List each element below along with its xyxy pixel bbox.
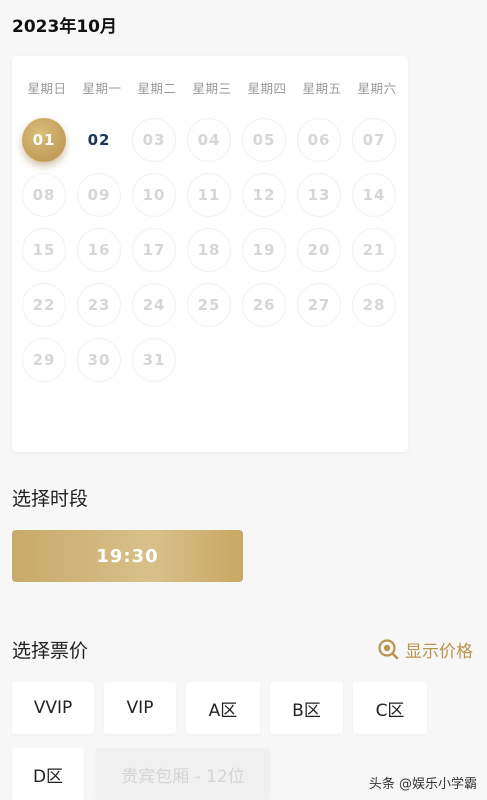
weekday-header: 星期日 星期一 星期二 星期三 星期四 星期五 星期六 bbox=[12, 78, 408, 96]
calendar-day[interactable]: 26 bbox=[242, 283, 286, 327]
weekday-thu: 星期四 bbox=[247, 81, 287, 96]
calendar-day[interactable]: 14 bbox=[352, 173, 396, 217]
calendar-day[interactable]: 23 bbox=[77, 283, 121, 327]
price-tier-vip[interactable]: VIP bbox=[104, 682, 176, 734]
calendar-day[interactable]: 21 bbox=[352, 228, 396, 272]
calendar-day[interactable]: 17 bbox=[132, 228, 176, 272]
calendar-day[interactable]: 28 bbox=[352, 283, 396, 327]
price-tier-a[interactable]: A区 bbox=[186, 682, 260, 734]
calendar-day[interactable]: 03 bbox=[132, 118, 176, 162]
calendar-day[interactable]: 06 bbox=[297, 118, 341, 162]
calendar-day[interactable]: 11 bbox=[187, 173, 231, 217]
calendar: 星期日 星期一 星期二 星期三 星期四 星期五 星期六 01 02 03 04 05 06… bbox=[12, 56, 408, 452]
calendar-day[interactable]: 04 bbox=[187, 118, 231, 162]
time-section-title: 选择时段 bbox=[12, 488, 89, 510]
show-price-toggle[interactable]: 显示价格 bbox=[377, 636, 473, 662]
calendar-day[interactable]: 19 bbox=[242, 228, 286, 272]
price-tier-vip-box: 贵宾包厢 - 12位 bbox=[96, 748, 270, 800]
weekday-wed: 星期三 bbox=[192, 81, 232, 96]
calendar-day[interactable]: 01 bbox=[22, 118, 66, 162]
price-section-title: 选择票价 bbox=[12, 640, 89, 662]
weekday-fri: 星期五 bbox=[302, 81, 342, 96]
calendar-day[interactable]: 08 bbox=[22, 173, 66, 217]
price-search-icon bbox=[377, 638, 399, 660]
calendar-day[interactable]: 31 bbox=[132, 338, 176, 382]
calendar-day[interactable]: 18 bbox=[187, 228, 231, 272]
calendar-day[interactable]: 07 bbox=[352, 118, 396, 162]
price-tier-vvip[interactable]: VVIP bbox=[12, 682, 94, 734]
calendar-day[interactable]: 22 bbox=[22, 283, 66, 327]
calendar-day[interactable]: 29 bbox=[22, 338, 66, 382]
calendar-day[interactable]: 10 bbox=[132, 173, 176, 217]
calendar-day[interactable]: 20 bbox=[297, 228, 341, 272]
calendar-day[interactable]: 25 bbox=[187, 283, 231, 327]
calendar-day[interactable]: 24 bbox=[132, 283, 176, 327]
show-price-label: 显示价格 bbox=[405, 641, 473, 662]
calendar-day[interactable]: 27 bbox=[297, 283, 341, 327]
watermark: 头条 @娱乐小学霸 bbox=[368, 777, 477, 792]
month-title: 2023年10月 bbox=[12, 17, 117, 37]
price-tier-d[interactable]: D区 bbox=[12, 748, 84, 800]
calendar-day[interactable]: 12 bbox=[242, 173, 286, 217]
calendar-day[interactable]: 09 bbox=[77, 173, 121, 217]
weekday-sat: 星期六 bbox=[357, 81, 397, 96]
calendar-day[interactable]: 02 bbox=[77, 118, 121, 162]
calendar-day[interactable]: 13 bbox=[297, 173, 341, 217]
price-tier-c[interactable]: C区 bbox=[353, 682, 427, 734]
calendar-day[interactable]: 05 bbox=[242, 118, 286, 162]
weekday-sun: 星期日 bbox=[27, 81, 67, 96]
time-slot-button[interactable]: 19:30 bbox=[12, 530, 243, 582]
calendar-day[interactable]: 15 bbox=[22, 228, 66, 272]
weekday-mon: 星期一 bbox=[82, 81, 122, 96]
calendar-day[interactable]: 16 bbox=[77, 228, 121, 272]
price-tier-b[interactable]: B区 bbox=[270, 682, 343, 734]
calendar-day[interactable]: 30 bbox=[77, 338, 121, 382]
weekday-tue: 星期二 bbox=[137, 81, 177, 96]
